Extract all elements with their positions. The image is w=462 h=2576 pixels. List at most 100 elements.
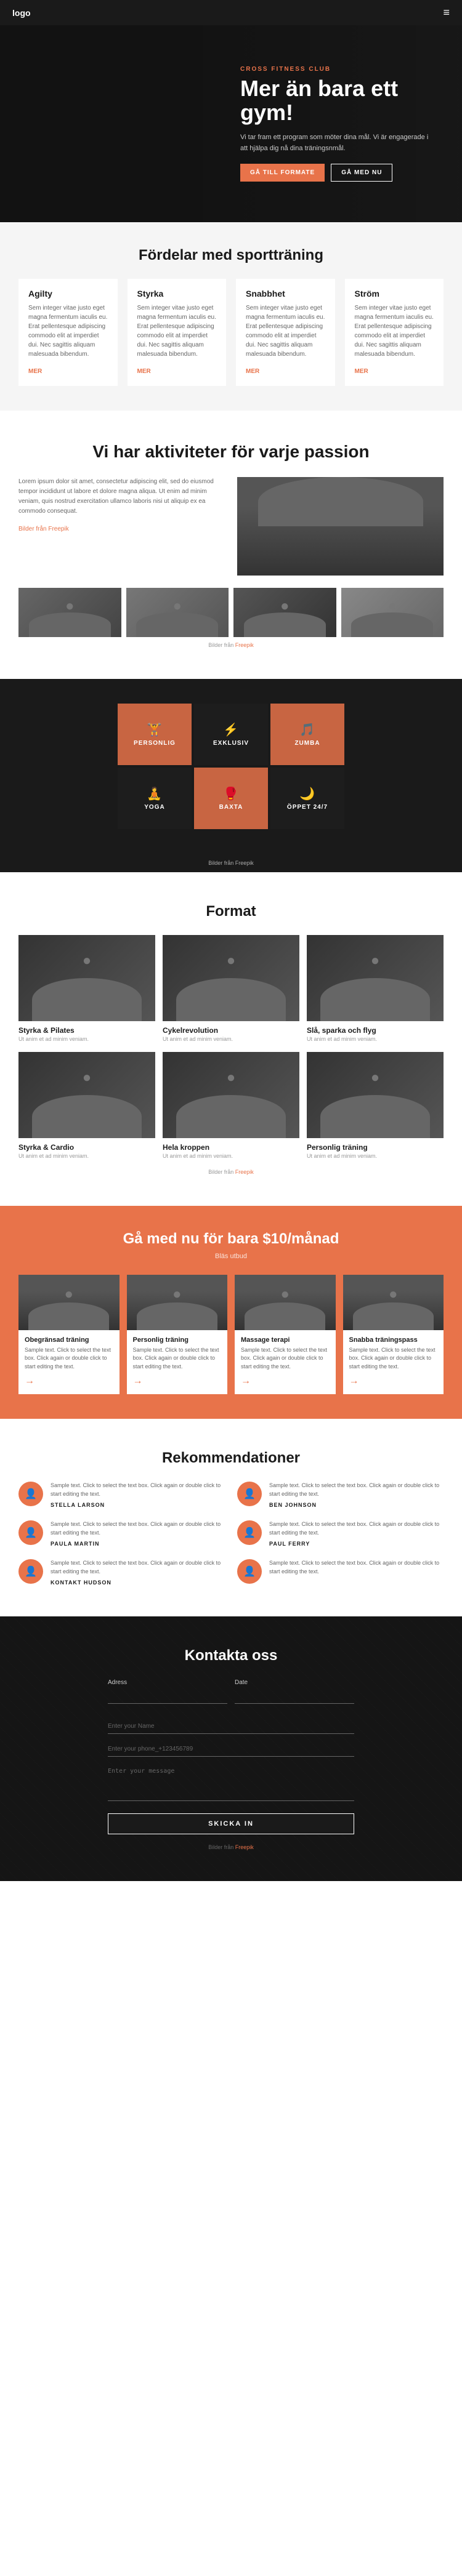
tile-zumba[interactable]: 🎵 ZUMBA	[270, 704, 344, 765]
form-group-message	[108, 1764, 354, 1801]
contact-title: Kontakta oss	[108, 1647, 354, 1664]
format-name-2: Cykelrevolution	[163, 1026, 299, 1035]
join-card-arrow-3[interactable]: →	[235, 1376, 336, 1387]
testimonial-text-2[interactable]: Sample text. Click to select the text bo…	[269, 1482, 444, 1498]
classes-tiles: 🏋 PERSONLIG ⚡ EXKLUSIV 🎵 ZUMBA 🧘 YOGA 🥊 …	[0, 679, 462, 854]
format-name-3: Slå, sparka och flyg	[307, 1026, 444, 1035]
benefit-link-1[interactable]: MER	[28, 368, 42, 375]
tile-baxta[interactable]: 🥊 BAXTA	[194, 768, 268, 829]
join-card-title-4: Snabba träningspass	[343, 1336, 444, 1346]
benefit-title-3: Snabbhet	[246, 289, 325, 299]
format-sub-3: Ut anim et ad minim veniam.	[307, 1036, 444, 1042]
tile-exklusiv[interactable]: ⚡ EXKLUSIV	[194, 704, 268, 765]
form-row-1: Adress Date	[108, 1679, 354, 1711]
benefits-section: Fördelar med sportträning Agilty Sem int…	[0, 222, 462, 411]
tile-icon-open: 🌙	[299, 786, 315, 801]
testimonial-content-5: Sample text. Click to select the text bo…	[51, 1559, 225, 1586]
gallery-item-1	[18, 588, 121, 637]
logo[interactable]: logo	[12, 8, 31, 18]
benefit-link-4[interactable]: MER	[355, 368, 368, 375]
join-card-text-2[interactable]: Sample text. Click to select the text bo…	[127, 1346, 228, 1376]
join-card-text-3[interactable]: Sample text. Click to select the text bo…	[235, 1346, 336, 1376]
format-card-5[interactable]: Hela kroppen Ut anim et ad minim veniam.	[163, 1052, 299, 1162]
format-card-3[interactable]: Slå, sparka och flyg Ut anim et ad minim…	[307, 935, 444, 1045]
message-input[interactable]	[108, 1764, 354, 1801]
recommendations-title: Rekommendationer	[18, 1450, 444, 1467]
testimonial-text-5[interactable]: Sample text. Click to select the text bo…	[51, 1559, 225, 1576]
avatar-5: 👤	[18, 1559, 43, 1584]
benefit-title-4: Ström	[355, 289, 434, 299]
testimonial-name-4: PAUL FERRY	[269, 1541, 444, 1547]
format-credit: Bilder från Freepik	[18, 1169, 444, 1175]
contact-credit: Bilder från Freepik	[18, 1844, 444, 1850]
join-card-arrow-2[interactable]: →	[127, 1376, 228, 1387]
submit-button[interactable]: SKICKA IN	[108, 1813, 354, 1834]
testimonial-3: 👤 Sample text. Click to select the text …	[18, 1520, 225, 1547]
hero-secondary-btn[interactable]: GÅ MED NU	[331, 164, 392, 182]
format-card-6[interactable]: Personlig träning Ut anim et ad minim ve…	[307, 1052, 444, 1162]
activities-gallery	[18, 588, 444, 637]
format-card-2[interactable]: Cykelrevolution Ut anim et ad minim veni…	[163, 935, 299, 1045]
hero-description: Vi tar fram ett program som möter dina m…	[240, 132, 437, 154]
format-card-1[interactable]: Styrka & Pilates Ut anim et ad minim ven…	[18, 935, 155, 1045]
tile-yoga[interactable]: 🧘 YOGA	[118, 768, 192, 829]
join-card-text-4[interactable]: Sample text. Click to select the text bo…	[343, 1346, 444, 1376]
join-card-arrow-4[interactable]: →	[343, 1376, 444, 1387]
avatar-6: 👤	[237, 1559, 262, 1584]
format-caption-6: Personlig träning Ut anim et ad minim ve…	[307, 1138, 444, 1162]
phone-input[interactable]	[108, 1741, 354, 1757]
join-card-arrow-1[interactable]: →	[18, 1376, 120, 1387]
date-input[interactable]	[235, 1688, 354, 1704]
contact-inner: Kontakta oss Adress Date SKICKA IN	[108, 1647, 354, 1834]
format-name-6: Personlig träning	[307, 1143, 444, 1152]
format-sub-4: Ut anim et ad minim veniam.	[18, 1153, 155, 1159]
address-input[interactable]	[108, 1688, 227, 1704]
format-credit-link[interactable]: Freepik	[235, 1169, 254, 1175]
format-img-2	[163, 935, 299, 1021]
form-group-name	[108, 1719, 354, 1734]
menu-icon[interactable]: ≡	[443, 6, 450, 19]
testimonial-text-6[interactable]: Sample text. Click to select the text bo…	[269, 1559, 444, 1576]
format-name-1: Styrka & Pilates	[18, 1026, 155, 1035]
format-section: Format Styrka & Pilates Ut anim et ad mi…	[0, 872, 462, 1206]
tile-personlig[interactable]: 🏋 PERSONLIG	[118, 704, 192, 765]
benefit-link-2[interactable]: MER	[137, 368, 151, 375]
activities-credit-link[interactable]: Freepik	[235, 642, 254, 648]
testimonial-name-2: BEN JOHNSON	[269, 1502, 444, 1508]
name-input[interactable]	[108, 1719, 354, 1734]
tile-icon-baxta: 🥊	[223, 786, 239, 801]
benefits-title: Fördelar med sportträning	[18, 247, 444, 264]
navigation: logo ≡	[0, 0, 462, 25]
tile-open[interactable]: 🌙 ÖPPET 24/7	[270, 768, 344, 829]
tile-icon-personlig: 🏋	[147, 722, 163, 737]
form-group-address: Adress	[108, 1679, 227, 1704]
hero-section: CROSS FITNESS CLUB Mer än bara ett gym! …	[0, 25, 462, 222]
classes-credit: Bilder från Freepik	[0, 854, 462, 872]
tile-label-zumba: ZUMBA	[294, 740, 320, 747]
testimonial-text-3[interactable]: Sample text. Click to select the text bo…	[51, 1520, 225, 1537]
format-sub-2: Ut anim et ad minim veniam.	[163, 1036, 299, 1042]
activities-description: Lorem ipsum dolor sit amet, consectetur …	[18, 477, 225, 516]
format-caption-4: Styrka & Cardio Ut anim et ad minim veni…	[18, 1138, 155, 1162]
activities-link[interactable]: Bilder från Freepik	[18, 526, 69, 532]
benefit-title-2: Styrka	[137, 289, 217, 299]
activities-credit: Bilder från Freepik	[18, 642, 444, 648]
join-card-3: Massage terapi Sample text. Click to sel…	[235, 1275, 336, 1395]
hero-buttons: Gå till Formate GÅ MED NU	[240, 164, 437, 182]
contact-credit-link[interactable]: Freepik	[235, 1844, 254, 1850]
tile-icon-exklusiv: ⚡	[223, 722, 239, 737]
format-sub-5: Ut anim et ad minim veniam.	[163, 1153, 299, 1159]
join-cards: Obegränsad träning Sample text. Click to…	[18, 1275, 444, 1395]
format-card-4[interactable]: Styrka & Cardio Ut anim et ad minim veni…	[18, 1052, 155, 1162]
hero-primary-btn[interactable]: Gå till Formate	[240, 164, 325, 182]
tile-label-yoga: YOGA	[144, 804, 164, 811]
join-card-text-1[interactable]: Sample text. Click to select the text bo…	[18, 1346, 120, 1376]
join-card-2: Personlig träning Sample text. Click to …	[127, 1275, 228, 1395]
benefit-link-3[interactable]: MER	[246, 368, 259, 375]
join-subtitle[interactable]: Bläs utbud	[18, 1253, 444, 1260]
testimonial-text-1[interactable]: Sample text. Click to select the text bo…	[51, 1482, 225, 1498]
gallery-item-4	[341, 588, 444, 637]
format-caption-2: Cykelrevolution Ut anim et ad minim veni…	[163, 1021, 299, 1045]
testimonial-text-4[interactable]: Sample text. Click to select the text bo…	[269, 1520, 444, 1537]
contact-section: Kontakta oss Adress Date SKICKA IN Bilde…	[0, 1616, 462, 1881]
